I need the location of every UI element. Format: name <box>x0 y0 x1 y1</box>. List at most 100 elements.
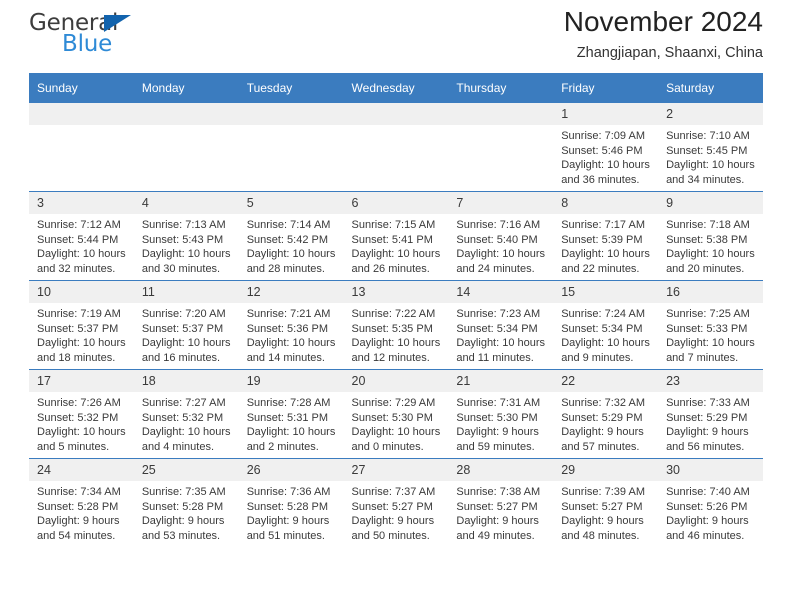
general-blue-logo[interactable]: General Blue <box>29 10 219 62</box>
day-cell[interactable]: 5 Sunrise: 7:14 AM Sunset: 5:42 PM Daylight… <box>238 191 344 281</box>
day-detail-line: Sunset: 5:35 PM <box>351 322 433 335</box>
day-cell[interactable]: 3 Sunrise: 7:12 AM Sunset: 5:44 PM Daylight… <box>29 191 134 281</box>
day-cell[interactable]: 19 Sunrise: 7:28 AM Sunset: 5:31 PM Dayligh… <box>238 369 344 459</box>
day-detail-line: and 46 minutes. <box>666 529 745 542</box>
day-cell[interactable]: 22 Sunrise: 7:32 AM Sunset: 5:29 PM Dayligh… <box>553 369 659 459</box>
day-detail-line: Daylight: 10 hours <box>561 159 650 172</box>
day-cell[interactable]: 15 Sunrise: 7:24 AM Sunset: 5:34 PM Dayligh… <box>553 280 659 370</box>
day-details: Sunrise: 7:15 AM Sunset: 5:41 PM Daylight:… <box>344 214 449 276</box>
day-cell[interactable]: 1 Sunrise: 7:09 AM Sunset: 5:46 PM Daylight… <box>553 103 659 192</box>
day-detail-line: Daylight: 9 hours <box>351 515 435 528</box>
day-cell[interactable]: 10 Sunrise: 7:19 AM Sunset: 5:37 PM Dayligh… <box>29 280 134 370</box>
day-number: 7 <box>448 192 554 214</box>
day-cell[interactable]: 28 Sunrise: 7:38 AM Sunset: 5:27 PM Dayligh… <box>448 458 554 547</box>
day-detail-line: Daylight: 10 hours <box>141 248 231 261</box>
day-cell[interactable]: 25 Sunrise: 7:35 AM Sunset: 5:28 PM Dayligh… <box>133 458 239 547</box>
day-detail-line: and 18 minutes. <box>37 351 116 364</box>
day-detail-line: Sunset: 5:37 PM <box>141 322 224 335</box>
day-details: Sunrise: 7:25 AM Sunset: 5:33 PM Daylight:… <box>658 303 763 365</box>
day-detail-line: and 24 minutes. <box>456 262 535 275</box>
day-detail-line: Sunset: 5:30 PM <box>351 411 433 424</box>
day-cell[interactable]: 29 Sunrise: 7:39 AM Sunset: 5:27 PM Dayligh… <box>553 458 659 547</box>
day-number: 15 <box>553 281 659 303</box>
day-detail-line: Sunrise: 7:17 AM <box>561 219 645 231</box>
logo-triangle-icon <box>104 15 131 32</box>
day-number: 4 <box>133 192 239 214</box>
day-details: Sunrise: 7:29 AM Sunset: 5:30 PM Daylight:… <box>344 392 449 454</box>
day-number: 2 <box>658 103 763 125</box>
day-cell[interactable]: 26 Sunrise: 7:36 AM Sunset: 5:28 PM Dayligh… <box>238 458 344 547</box>
day-detail-line: Sunrise: 7:28 AM <box>246 397 331 409</box>
calendar-page: General Blue November 2024 Zhangjiapan, … <box>0 0 792 612</box>
day-details: Sunrise: 7:26 AM Sunset: 5:32 PM Daylight:… <box>29 392 134 454</box>
day-cell[interactable]: 8 Sunrise: 7:17 AM Sunset: 5:39 PM Daylight… <box>553 191 659 281</box>
day-cell[interactable]: 12 Sunrise: 7:21 AM Sunset: 5:36 PM Dayligh… <box>238 280 344 370</box>
day-details: Sunrise: 7:21 AM Sunset: 5:36 PM Daylight:… <box>239 303 344 365</box>
day-detail-line: Sunrise: 7:21 AM <box>246 308 331 320</box>
day-number: 18 <box>133 370 239 392</box>
day-cell[interactable]: 14 Sunrise: 7:23 AM Sunset: 5:34 PM Dayligh… <box>448 280 554 370</box>
day-cell[interactable]: 21 Sunrise: 7:31 AM Sunset: 5:30 PM Dayligh… <box>448 369 554 459</box>
day-number: 20 <box>343 370 449 392</box>
day-cell[interactable]: 2 Sunrise: 7:10 AM Sunset: 5:45 PM Daylight… <box>658 103 763 192</box>
day-cell[interactable]: 9 Sunrise: 7:18 AM Sunset: 5:38 PM Daylight… <box>658 191 763 281</box>
day-details: Sunrise: 7:10 AM Sunset: 5:45 PM Daylight:… <box>658 125 763 187</box>
day-detail-line: and 14 minutes. <box>246 351 325 364</box>
day-detail-line: Daylight: 9 hours <box>561 515 644 528</box>
day-detail-line: Sunset: 5:44 PM <box>37 233 119 246</box>
day-number: 23 <box>658 370 763 392</box>
weekday-header-saturday: Saturday <box>658 73 763 103</box>
day-detail-line: and 16 minutes. <box>141 351 221 364</box>
day-detail-line: Daylight: 9 hours <box>37 515 120 528</box>
day-cell[interactable]: 13 Sunrise: 7:22 AM Sunset: 5:35 PM Dayligh… <box>343 280 449 370</box>
day-details: Sunrise: 7:35 AM Sunset: 5:28 PM Daylight:… <box>134 481 239 543</box>
day-detail-line: and 32 minutes. <box>37 262 116 275</box>
day-details: Sunrise: 7:22 AM Sunset: 5:35 PM Daylight:… <box>344 303 449 365</box>
day-detail-line: and 7 minutes. <box>666 351 739 364</box>
day-detail-line: and 36 minutes. <box>561 173 640 186</box>
day-cell[interactable]: 4 Sunrise: 7:13 AM Sunset: 5:43 PM Daylight… <box>133 191 239 281</box>
day-detail-line: Sunrise: 7:14 AM <box>246 219 331 231</box>
day-details: Sunrise: 7:13 AM Sunset: 5:43 PM Daylight:… <box>134 214 239 276</box>
day-cell[interactable]: 18 Sunrise: 7:27 AM Sunset: 5:32 PM Dayligh… <box>133 369 239 459</box>
day-detail-line: Sunset: 5:37 PM <box>37 322 119 335</box>
day-cell[interactable]: 20 Sunrise: 7:29 AM Sunset: 5:30 PM Dayligh… <box>343 369 449 459</box>
day-number <box>238 103 344 125</box>
day-detail-line: and 34 minutes. <box>666 173 745 186</box>
day-detail-line: and 30 minutes. <box>141 262 221 275</box>
day-detail-line: Sunset: 5:30 PM <box>456 411 538 424</box>
day-cell[interactable]: 16 Sunrise: 7:25 AM Sunset: 5:33 PM Dayligh… <box>658 280 763 370</box>
day-details: Sunrise: 7:39 AM Sunset: 5:27 PM Daylight:… <box>553 481 658 543</box>
day-cell[interactable]: 24 Sunrise: 7:34 AM Sunset: 5:28 PM Dayligh… <box>29 458 134 547</box>
day-cell[interactable]: 6 Sunrise: 7:15 AM Sunset: 5:41 PM Daylight… <box>343 191 449 281</box>
day-details: Sunrise: 7:24 AM Sunset: 5:34 PM Daylight:… <box>553 303 658 365</box>
day-detail-line: Sunset: 5:42 PM <box>246 233 329 246</box>
day-detail-line: Daylight: 9 hours <box>666 515 749 528</box>
day-detail-line: Sunrise: 7:35 AM <box>141 486 226 498</box>
day-detail-line: Sunrise: 7:16 AM <box>456 219 541 231</box>
day-detail-line: and 53 minutes. <box>141 529 221 542</box>
day-detail-line: Daylight: 10 hours <box>666 337 755 350</box>
day-cell[interactable]: 30 Sunrise: 7:40 AM Sunset: 5:26 PM Dayligh… <box>658 458 763 547</box>
day-number: 24 <box>29 459 134 481</box>
day-detail-line: and 9 minutes. <box>561 351 634 364</box>
day-detail-line: Sunset: 5:32 PM <box>141 411 224 424</box>
day-cell[interactable]: 7 Sunrise: 7:16 AM Sunset: 5:40 PM Daylight… <box>448 191 554 281</box>
day-detail-line: Sunset: 5:43 PM <box>141 233 224 246</box>
day-detail-line: Sunrise: 7:09 AM <box>561 130 645 142</box>
day-details: Sunrise: 7:38 AM Sunset: 5:27 PM Daylight:… <box>448 481 553 543</box>
weekday-header-friday: Friday <box>553 73 659 103</box>
day-detail-line: Sunrise: 7:24 AM <box>561 308 645 320</box>
day-detail-line: Sunrise: 7:32 AM <box>561 397 645 409</box>
day-cell-empty <box>238 103 344 192</box>
day-detail-line: Sunset: 5:29 PM <box>666 411 748 424</box>
day-detail-line: Daylight: 9 hours <box>561 426 644 439</box>
day-cell[interactable]: 11 Sunrise: 7:20 AM Sunset: 5:37 PM Dayligh… <box>133 280 239 370</box>
day-cell[interactable]: 27 Sunrise: 7:37 AM Sunset: 5:27 PM Dayligh… <box>343 458 449 547</box>
day-detail-line: and 48 minutes. <box>561 529 640 542</box>
day-cell[interactable]: 23 Sunrise: 7:33 AM Sunset: 5:29 PM Dayligh… <box>658 369 763 459</box>
day-cell[interactable]: 17 Sunrise: 7:26 AM Sunset: 5:32 PM Dayligh… <box>29 369 134 459</box>
day-number: 9 <box>658 192 763 214</box>
day-detail-line: Daylight: 10 hours <box>37 337 126 350</box>
day-detail-line: and 54 minutes. <box>37 529 116 542</box>
